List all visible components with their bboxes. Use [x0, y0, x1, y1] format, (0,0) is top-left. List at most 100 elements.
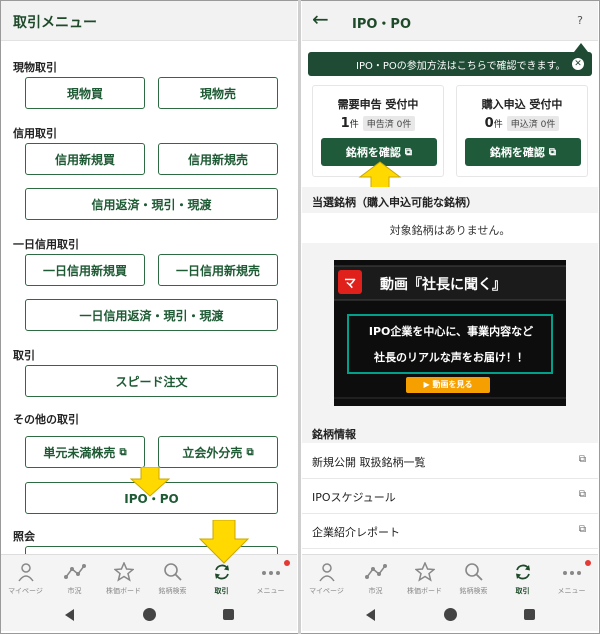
- margin-close-label: 信用返済・現引・現渡: [91, 197, 212, 212]
- nav-mypage[interactable]: マイページ: [1, 555, 50, 600]
- list-item[interactable]: 企業紹介レポート ⧉: [302, 514, 598, 549]
- section-margin-label: 信用取引: [13, 127, 57, 140]
- page-title: IPO・PO: [352, 17, 411, 32]
- status-badge: 申込済 0件: [506, 116, 560, 131]
- card-title: 購入申込 受付中: [481, 98, 563, 111]
- help-icon[interactable]: ?: [572, 13, 588, 29]
- banner-line-2: 社長のリアルな声をお届け！！: [374, 351, 528, 364]
- system-back-icon[interactable]: [366, 609, 375, 621]
- day-close-label: 一日信用返済・現引・現渡: [79, 308, 224, 323]
- system-home-icon[interactable]: [143, 608, 156, 621]
- section-day-margin-label: 一日信用取引: [13, 238, 79, 251]
- nav-search[interactable]: 銘柄検索: [148, 555, 197, 600]
- person-icon: [316, 561, 338, 583]
- nav-search[interactable]: 銘柄検索: [449, 555, 498, 600]
- chart-line-icon: [364, 561, 387, 583]
- ipo-po-screen: ← IPO・PO ? IPO・POの参加方法はこちらで確認できます。 ✕ 需要申…: [302, 1, 598, 631]
- nav-menu[interactable]: メニュー: [547, 555, 596, 600]
- close-icon[interactable]: ✕: [572, 58, 584, 70]
- system-nav-bar: [302, 599, 598, 631]
- nav-menu[interactable]: メニュー: [246, 555, 295, 600]
- nav-market[interactable]: 市況: [351, 555, 400, 600]
- app-header: 取引メニュー: [1, 1, 297, 41]
- external-link-icon: ⧉: [119, 446, 127, 458]
- speed-order-label: スピード注文: [115, 374, 188, 389]
- external-link-icon: ⧉: [578, 489, 586, 500]
- nav-label: 銘柄検索: [459, 587, 488, 595]
- external-link-icon: ⧉: [578, 454, 586, 465]
- margin-new-sell-label: 信用新規売: [187, 152, 248, 167]
- list-item[interactable]: IPOスケジュール ⧉: [302, 479, 598, 514]
- nav-label: メニュー: [256, 587, 285, 595]
- help-tooltip[interactable]: IPO・POの参加方法はこちらで確認できます。 ✕: [308, 52, 592, 76]
- brand-logo-icon: マ: [344, 276, 357, 290]
- system-recents-icon[interactable]: [223, 609, 234, 620]
- banner-line-1: IPO企業を中心に、事業内容など: [368, 325, 534, 338]
- section-inquiry-label: 照会: [13, 530, 35, 543]
- day-new-sell-label: 一日信用新規売: [175, 263, 260, 278]
- count-unit: 件: [493, 120, 503, 130]
- search-icon: [162, 561, 184, 583]
- winning-section-header: 当選銘柄（購入申込可能な銘柄）: [302, 187, 598, 213]
- nav-mypage[interactable]: マイページ: [302, 555, 351, 600]
- day-new-buy-button[interactable]: 一日信用新規買: [25, 254, 145, 286]
- more-dots-icon: [561, 561, 583, 583]
- count-number: 0: [484, 116, 494, 131]
- external-link-icon: ⧉: [404, 146, 413, 158]
- nav-label: 市況: [368, 587, 383, 595]
- spot-buy-label: 現物買: [66, 86, 103, 101]
- info-heading: 銘柄情報: [312, 428, 356, 441]
- highlight-arrow-down: [130, 467, 170, 497]
- check-stocks-label: 銘柄を確認: [345, 146, 401, 159]
- purchase-application-card: 購入申込 受付中 0件 申込済 0件 銘柄を確認 ⧉: [456, 85, 588, 177]
- back-arrow-icon[interactable]: ←: [312, 9, 329, 29]
- empty-message: 対象銘柄はありません。: [389, 224, 511, 237]
- banner-title: 動画『社長に聞く』: [380, 277, 506, 293]
- highlight-arrow-down-nav: [198, 520, 250, 564]
- system-nav-bar: [1, 599, 297, 631]
- card-title: 需要申告 受付中: [337, 98, 419, 111]
- bottom-nav: マイページ 市況 株価ボード 銘柄検索 取引 メニュー: [1, 554, 297, 599]
- speed-order-button[interactable]: スピード注文: [25, 365, 278, 397]
- off-floor-sell-button[interactable]: 立会外分売 ⧉: [158, 436, 278, 468]
- section-spot-label: 現物取引: [13, 61, 57, 74]
- more-dots-icon: [260, 561, 282, 583]
- system-recents-icon[interactable]: [524, 609, 535, 620]
- odd-lot-sell-button[interactable]: 単元未満株売 ⧉: [25, 436, 145, 468]
- list-item[interactable]: 新規公開 取扱銘柄一覧 ⧉: [302, 444, 598, 479]
- day-close-button[interactable]: 一日信用返済・現引・現渡: [25, 299, 278, 331]
- list-item-label: 新規公開 取扱銘柄一覧: [312, 456, 426, 469]
- day-new-sell-button[interactable]: 一日信用新規売: [158, 254, 278, 286]
- section-other-label: その他の取引: [13, 413, 79, 426]
- star-icon: [414, 561, 436, 583]
- list-item-label: IPOスケジュール: [312, 491, 396, 504]
- bottom-nav: マイページ 市況 株価ボード 銘柄検索 取引 メニュー: [302, 554, 598, 599]
- spot-sell-button[interactable]: 現物売: [158, 77, 278, 109]
- margin-new-sell-button[interactable]: 信用新規売: [158, 143, 278, 175]
- system-back-icon[interactable]: [65, 609, 74, 621]
- nav-stock-board[interactable]: 株価ボード: [99, 555, 148, 600]
- card-count: 0件 申込済 0件: [457, 116, 587, 131]
- nav-trade[interactable]: 取引: [498, 555, 547, 600]
- margin-close-button[interactable]: 信用返済・現引・現渡: [25, 188, 278, 220]
- watch-video-button[interactable]: ▶ 動画を見る: [406, 379, 490, 390]
- external-link-icon: ⧉: [548, 146, 557, 158]
- person-icon: [15, 561, 37, 583]
- status-badge: 申告済 0件: [362, 116, 416, 131]
- nav-market[interactable]: 市況: [50, 555, 99, 600]
- nav-stock-board[interactable]: 株価ボード: [400, 555, 449, 600]
- system-home-icon[interactable]: [444, 608, 457, 621]
- nav-label: 株価ボード: [106, 587, 141, 595]
- off-floor-sell-label: 立会外分売: [182, 445, 243, 460]
- video-banner[interactable]: マ 動画『社長に聞く』 IPO企業を中心に、事業内容など 社長のリアルな声をお届…: [334, 260, 566, 406]
- odd-lot-sell-label: 単元未満株売: [43, 445, 116, 460]
- check-stocks-button[interactable]: 銘柄を確認 ⧉: [465, 138, 581, 166]
- search-icon: [463, 561, 485, 583]
- nav-label: メニュー: [557, 587, 586, 595]
- spot-buy-button[interactable]: 現物買: [25, 77, 145, 109]
- nav-label: 取引: [214, 587, 229, 595]
- star-icon: [113, 561, 135, 583]
- margin-new-buy-button[interactable]: 信用新規買: [25, 143, 145, 175]
- notification-dot: [585, 560, 591, 566]
- nav-label: マイページ: [309, 587, 344, 595]
